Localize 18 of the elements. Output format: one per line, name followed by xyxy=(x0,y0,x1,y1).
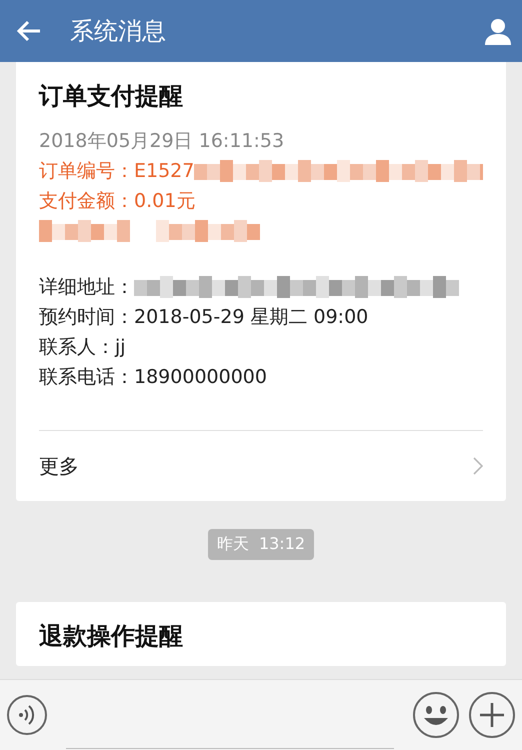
message-line: 联系电话：18900000000 xyxy=(39,365,267,390)
voice-icon[interactable] xyxy=(6,694,48,736)
plus-icon[interactable] xyxy=(468,691,516,739)
message-line: 2018年05月29日 16:11:53 xyxy=(39,129,284,154)
back-arrow-icon[interactable] xyxy=(16,19,42,43)
timestamp-badge: 昨天 13:12 xyxy=(208,529,314,560)
message-line: 联系人：jj xyxy=(39,335,126,360)
message-title: 订单支付提醒 xyxy=(39,81,184,112)
user-icon[interactable] xyxy=(484,17,512,45)
more-row[interactable]: 更多 xyxy=(39,431,483,501)
message-line: 预约时间：2018-05-29 星期二 09:00 xyxy=(39,305,368,330)
message-title: 退款操作提醒 xyxy=(39,621,184,652)
message-line: 订单编号：E1527 xyxy=(39,159,194,184)
window-title: 系统消息 xyxy=(70,16,167,47)
chevron-right-icon xyxy=(473,457,483,475)
message-line: 支付金额：0.01元 xyxy=(39,189,196,214)
message-line: 详细地址： xyxy=(39,275,134,300)
emoji-icon[interactable] xyxy=(412,691,460,739)
